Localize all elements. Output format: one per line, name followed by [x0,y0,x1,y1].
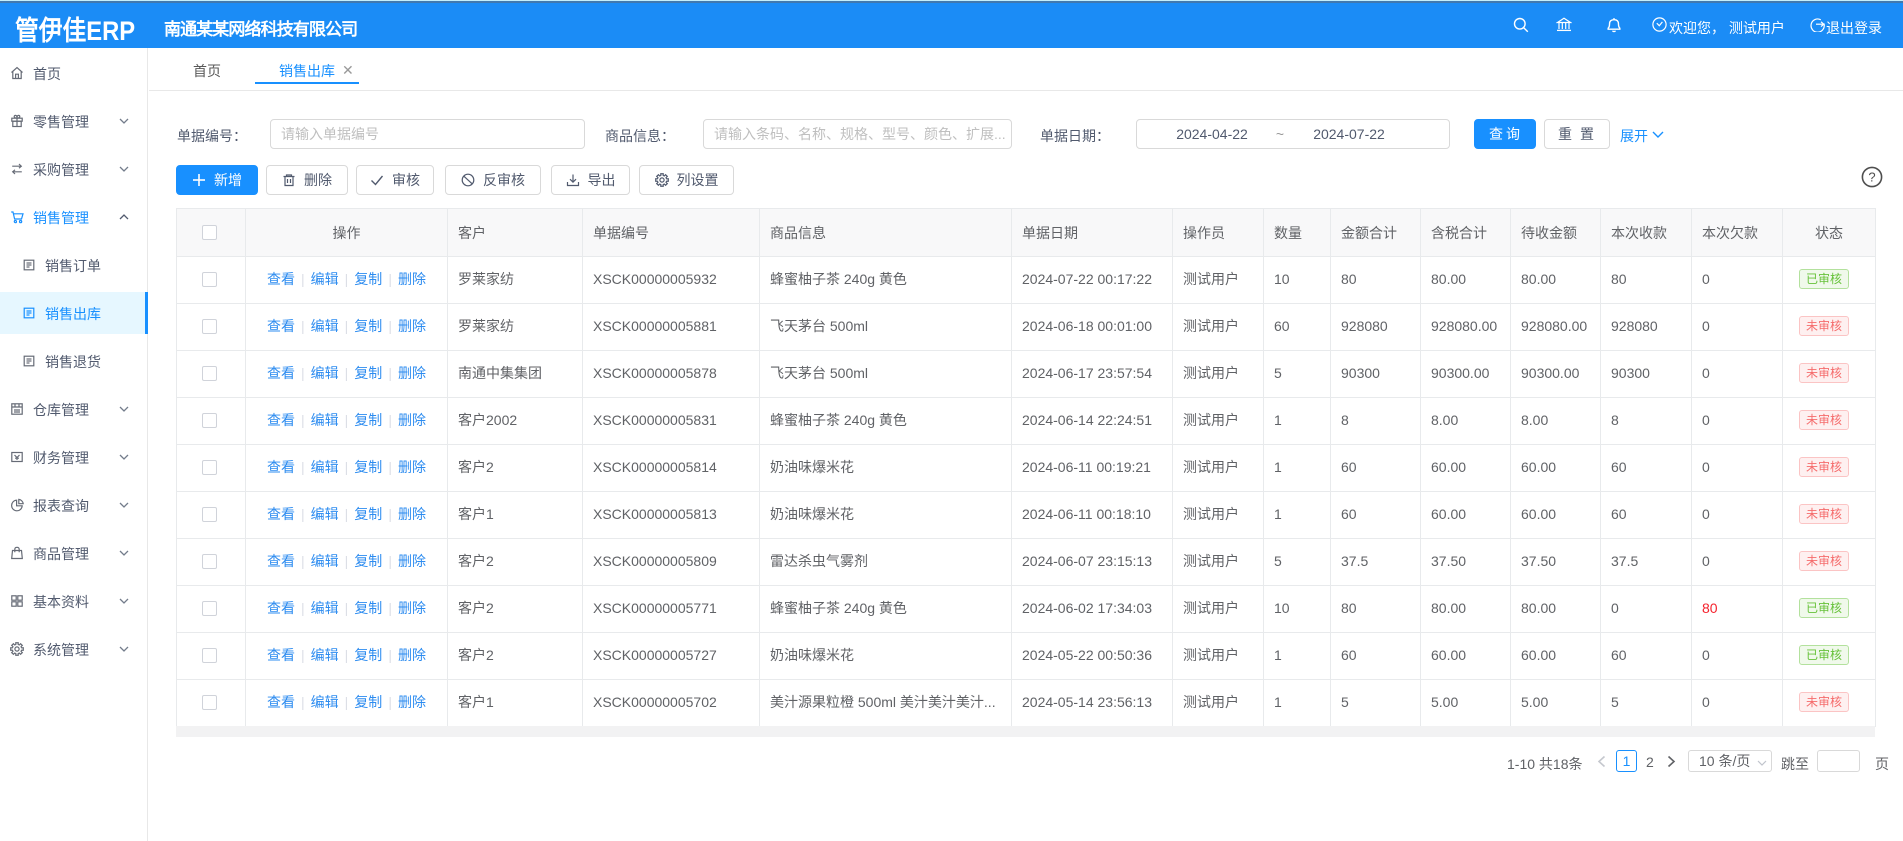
svg-text:?: ? [1868,170,1875,185]
